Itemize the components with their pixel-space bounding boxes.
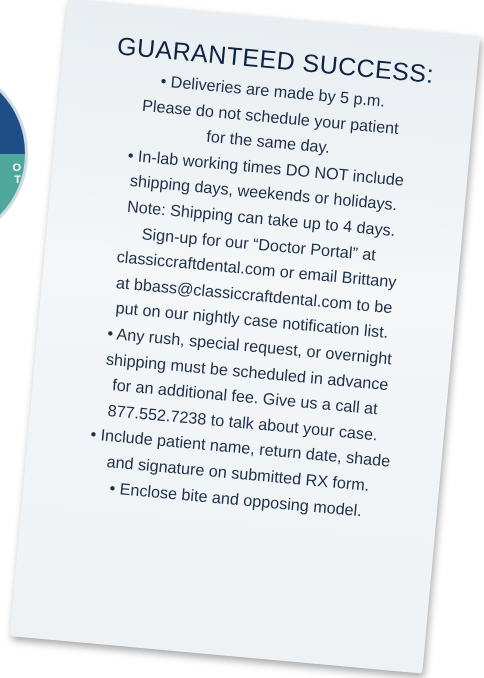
note-card-content: GUARANTEED SUCCESS: • Deliveries are mad… xyxy=(63,30,449,528)
note-card: GUARANTEED SUCCESS: • Deliveries are mad… xyxy=(9,0,481,674)
logo-band-blue xyxy=(0,84,25,154)
logo-badge: O T xyxy=(0,66,25,241)
page: O T GUARANTEED SUCCESS: • Deliveries are… xyxy=(0,0,484,678)
logo-text-line2: T xyxy=(14,174,21,186)
logo-text-line1: O xyxy=(12,162,21,174)
logo-text: O T xyxy=(12,162,21,186)
